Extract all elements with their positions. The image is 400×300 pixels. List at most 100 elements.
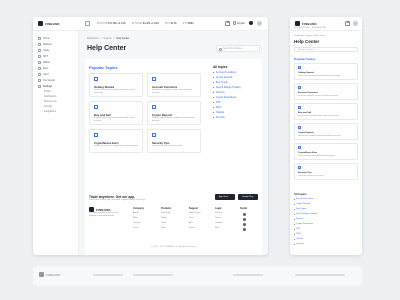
bell-icon[interactable] [344, 20, 350, 26]
collapse-sidebar-icon[interactable] [85, 21, 90, 26]
topic-link[interactable]: Buy Crypto [213, 81, 228, 84]
placeholder-bar [233, 274, 263, 276]
breadcrumb-item[interactable]: Dashboard [87, 37, 99, 40]
topic-link[interactable]: Crypto Derivatives [294, 223, 313, 225]
mobile-top-bar: FINBANK BTC/USD $71,380 ETH/USD $3,480 [290, 17, 362, 31]
sidebar-item-markets[interactable]: Markets [38, 43, 52, 46]
ticker-item: BTC $1.3K [165, 22, 177, 25]
language-selector[interactable]: English [232, 21, 245, 25]
rocket-icon [94, 77, 98, 81]
trade-icon [38, 49, 41, 52]
footer-link[interactable]: Privacy [215, 212, 222, 214]
topic-tile-earn[interactable]: CryptoNexus Earn Learn how to earn on Cr… [294, 143, 358, 160]
topic-link[interactable]: Finance [294, 218, 303, 220]
topic-link[interactable]: Buy Crypto [294, 208, 306, 210]
tile-description: Find out how to buy and transfer funds i… [298, 115, 339, 117]
instagram-icon[interactable] [243, 223, 246, 226]
theme-toggle-icon[interactable] [249, 21, 253, 25]
topic-link[interactable]: P2P [294, 228, 300, 230]
breadcrumb-item[interactable]: Support [305, 35, 312, 37]
brand-logo[interactable]: FINBANK [38, 21, 60, 26]
sidebar-item-trade[interactable]: Trade [38, 49, 49, 52]
topic-link[interactable]: Security [294, 243, 304, 245]
sidebar-subitem-security[interactable]: Security [44, 106, 52, 108]
topic-link[interactable]: NFTs [294, 233, 301, 235]
sidebar-item-settings[interactable]: Settings [38, 85, 52, 88]
sidebar-item-card[interactable]: Card [38, 73, 48, 76]
breadcrumb-item[interactable]: Support [103, 37, 111, 40]
topic-tile-account-functions[interactable]: Account Functions Learn how to register,… [147, 73, 201, 97]
breadcrumb-item[interactable]: Dashboard [294, 35, 304, 37]
search-placeholder: Search for articles... [223, 48, 244, 50]
tile-title: Security Tips [298, 172, 312, 174]
footer-link[interactable]: Cookies [215, 222, 223, 224]
avatar[interactable] [257, 20, 262, 26]
google-play-button[interactable]: Google Play [238, 194, 258, 200]
brand-logo[interactable]: FINBANK [295, 21, 317, 26]
topic-link[interactable]: Account Functions [213, 71, 237, 74]
help-content-card: Popular Topics Getting Started Learn how… [85, 59, 262, 255]
facebook-icon[interactable] [243, 218, 246, 221]
topic-link[interactable]: Tutorial [294, 238, 303, 240]
footer-link[interactable]: Earn [161, 227, 166, 229]
footer-link[interactable]: Wallet [161, 217, 167, 219]
brand-name: FINBANK [45, 21, 60, 26]
brand-logo: FINBANK [39, 272, 61, 277]
topic-link[interactable]: NFTs [213, 106, 222, 109]
sidebar-subitem-preferences[interactable]: Preferences [44, 101, 56, 103]
topic-tile-getting-started[interactable]: Getting Started Learn how to start your … [89, 73, 143, 97]
footer-link[interactable]: Press [133, 227, 139, 229]
topic-link[interactable]: Tutorial [213, 111, 224, 114]
sidebar-item-earn[interactable]: Earn [38, 67, 48, 70]
topic-tile-security-tips[interactable]: Security Tips Learn how to secure your a… [147, 129, 201, 153]
bell-icon[interactable] [224, 20, 230, 26]
footer-link[interactable]: Blog [133, 217, 137, 219]
twitter-icon[interactable] [243, 213, 246, 216]
topic-link[interactable]: Spot & Margin Trading [294, 213, 317, 215]
sidebar-item-label: Markets [43, 43, 52, 46]
topic-tile-security-tips[interactable]: Security Tips Learn how to secure your a… [294, 163, 358, 180]
topic-tile-account-functions[interactable]: Account Functions Learn how to register,… [294, 83, 358, 100]
footer-link[interactable]: Help Center [189, 212, 201, 214]
top-bar: FINBANK BTC/USD $71,380 +2.13% ETH/USD $… [33, 17, 268, 31]
footer-link[interactable]: Terms [215, 217, 221, 219]
topic-tile-buy-and-sell[interactable]: Buy and Sell Find out how to buy and tra… [89, 101, 143, 125]
sidebar-item-nft[interactable]: NFT [38, 55, 48, 58]
topic-tile-crypto-deposit[interactable]: Crypto Deposit Find out how to deposit c… [147, 101, 201, 125]
topic-tile-earn[interactable]: CryptoNexus Earn Learn how to earn on Cr… [89, 129, 143, 153]
topic-tile-getting-started[interactable]: Getting Started Learn how to start your … [294, 63, 358, 80]
footer-link[interactable]: About [133, 212, 139, 214]
logo-icon [39, 272, 44, 277]
footer-link[interactable]: Risk [215, 227, 219, 229]
search-input[interactable]: Search for articles... [294, 47, 358, 52]
copyright-text: © 2024 – 2025 FINBANK, Inc. All rights r… [150, 246, 197, 248]
topic-tile-buy-and-sell[interactable]: Buy and Sell Find out how to buy and tra… [294, 103, 358, 120]
brand-name: FINBANK [46, 272, 61, 277]
logo-icon [38, 21, 43, 26]
footer-link[interactable]: Exchange [161, 212, 171, 214]
topic-link[interactable]: Account Functions [294, 198, 313, 200]
avatar[interactable] [353, 20, 358, 26]
sidebar-subitem-profile[interactable]: Profile [44, 91, 51, 93]
footer-link[interactable]: Fees [189, 217, 194, 219]
sidebar-item-tax[interactable]: Tax Center [38, 79, 55, 82]
topic-tile-crypto-deposit[interactable]: Crypto Deposit Find out how to deposit c… [294, 123, 358, 140]
topic-link[interactable]: P2P [213, 101, 221, 104]
linkedin-icon[interactable] [243, 228, 246, 231]
topic-link[interactable]: Crypto Deposit [213, 76, 233, 79]
topic-link[interactable]: Finance [213, 91, 225, 94]
topic-link[interactable]: Crypto Deposit [294, 203, 310, 205]
sidebar-subitem-notifications[interactable]: Notifications [44, 96, 57, 98]
footer-link[interactable]: API [189, 222, 193, 224]
sidebar-item-wallet[interactable]: Wallet [38, 61, 50, 64]
search-input[interactable]: Search for articles... [216, 45, 260, 52]
sidebar-item-home[interactable]: Home [38, 37, 50, 40]
app-store-button[interactable]: App Store [215, 194, 235, 200]
topic-link[interactable]: Security [213, 116, 225, 119]
sidebar-subitem-integrations[interactable]: Integrations [44, 111, 56, 113]
topic-link[interactable]: Crypto Derivatives [213, 96, 236, 99]
footer-link[interactable]: Careers [133, 222, 141, 224]
footer-link[interactable]: Status [189, 227, 195, 229]
topic-link[interactable]: Spot & Margin Trading [213, 86, 241, 89]
footer-link[interactable]: Card [161, 222, 166, 224]
